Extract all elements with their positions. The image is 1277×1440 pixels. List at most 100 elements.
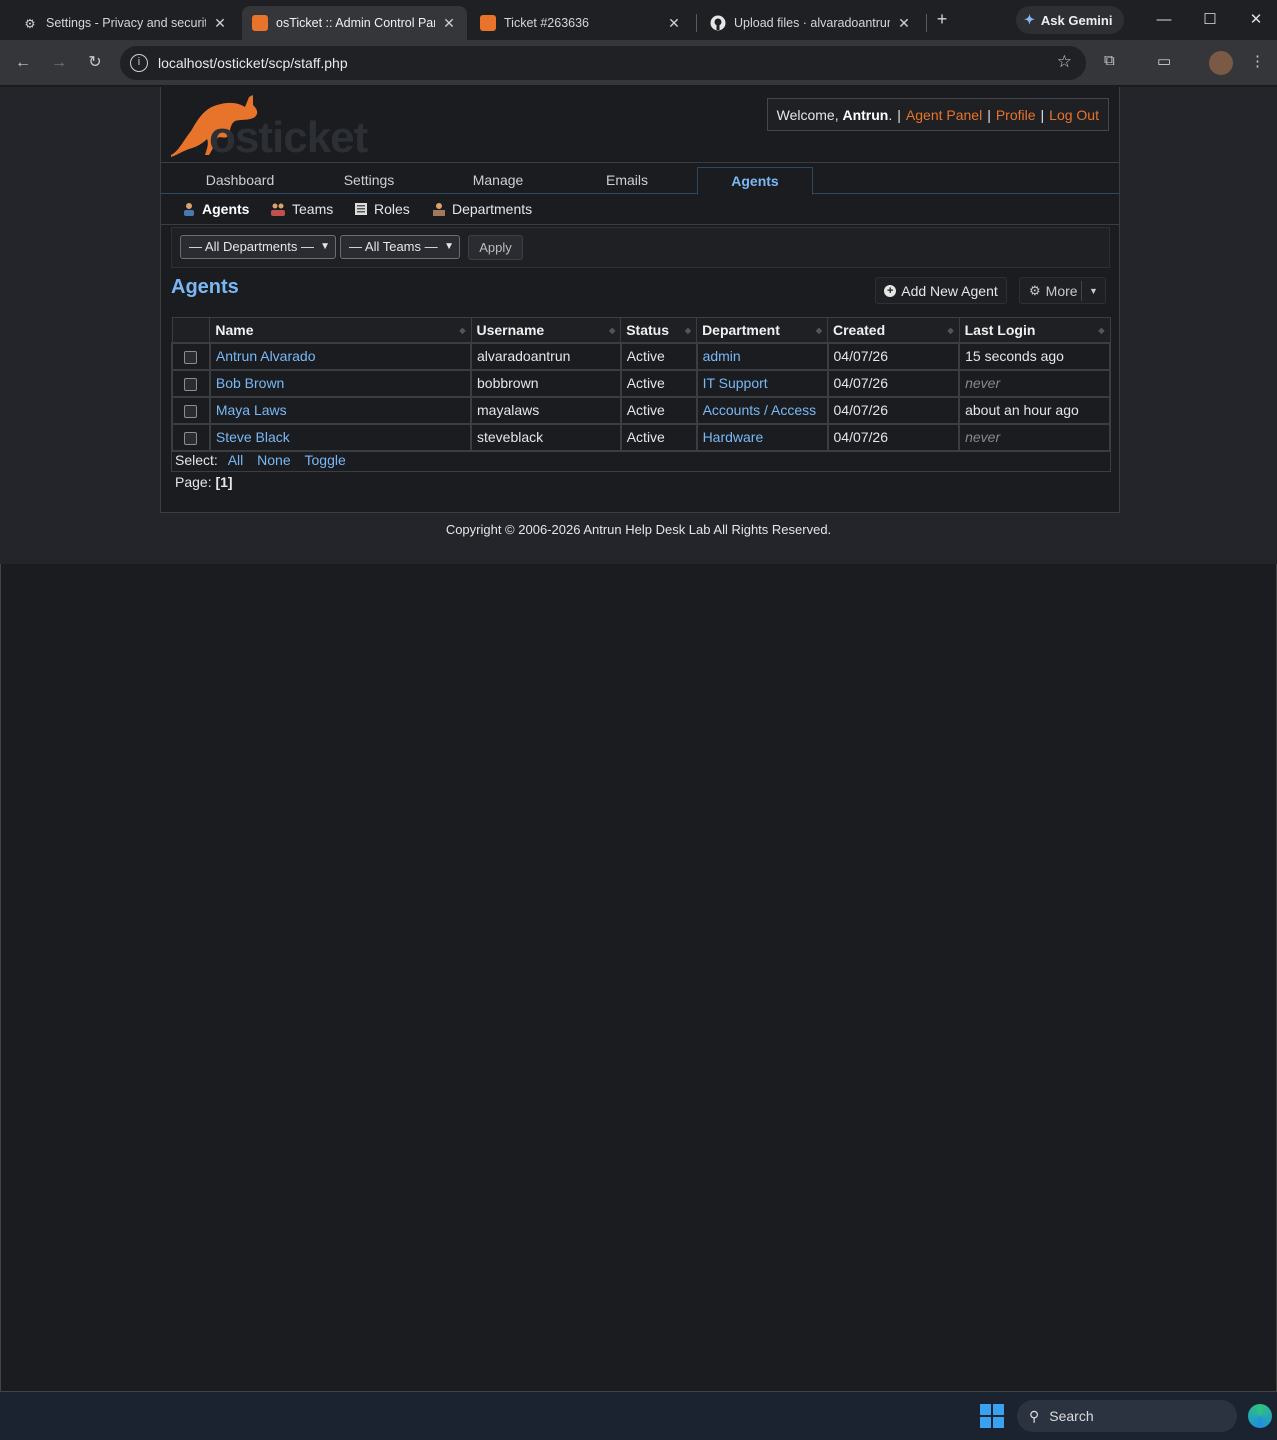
close-icon[interactable]: ✕: [212, 15, 228, 32]
chevron-down-icon[interactable]: ▼: [1081, 281, 1105, 301]
edge-browser-icon[interactable]: [1248, 1404, 1272, 1428]
table-row: Steve Black steveblack Active Hardware 0…: [171, 422, 1111, 452]
site-info-icon[interactable]: i: [130, 54, 148, 72]
back-arrow-icon[interactable]: ←: [11, 51, 35, 75]
empty-content-area: [0, 564, 1277, 1392]
status-cell: Active: [619, 368, 698, 398]
column-label: Username: [476, 321, 545, 338]
table-row: Bob Brown bobbrown Active IT Support 04/…: [171, 368, 1111, 398]
sort-icon: ◆: [815, 326, 822, 335]
agent-name-link[interactable]: Antrun Alvarado: [216, 348, 316, 364]
log-out-link[interactable]: Log Out: [1049, 107, 1099, 123]
sort-icon: ◆: [459, 326, 466, 335]
tab-manage[interactable]: Manage: [440, 167, 556, 194]
select-column-header: [171, 317, 211, 343]
menu-dots-icon[interactable]: ⋮: [1250, 52, 1265, 70]
close-icon[interactable]: ✕: [441, 15, 457, 32]
last-login-cell: 15 seconds ago: [958, 341, 1111, 371]
more-button[interactable]: ⚙ More ▼: [1019, 277, 1106, 304]
column-label: Status: [626, 321, 670, 338]
column-header-last-login[interactable]: Last Login ◆: [958, 317, 1111, 343]
sort-icon: ◆: [684, 326, 692, 335]
username-cell: steveblack: [470, 422, 622, 452]
osticket-container: osticket Welcome, Antrun. | Agent Panel …: [160, 87, 1120, 513]
profile-avatar[interactable]: [1209, 51, 1233, 75]
tab-dashboard[interactable]: Dashboard: [182, 167, 298, 194]
team-filter-select[interactable]: — All Teams — ▼: [340, 235, 460, 259]
add-new-agent-button[interactable]: + Add New Agent: [875, 277, 1007, 304]
subnav-teams[interactable]: Teams: [270, 201, 333, 217]
profile-link[interactable]: Profile: [996, 107, 1036, 123]
agent-name-link[interactable]: Maya Laws: [216, 402, 287, 418]
status-cell: Active: [619, 395, 698, 425]
column-header-username[interactable]: Username ◆: [470, 317, 622, 343]
bookmark-star-icon[interactable]: ☆: [1057, 52, 1072, 72]
tab-separator: [926, 14, 927, 32]
apply-button[interactable]: Apply: [468, 235, 523, 260]
column-header-created[interactable]: Created ◆: [827, 317, 960, 343]
reload-icon[interactable]: ↻: [83, 51, 107, 75]
tab-settings[interactable]: Settings: [311, 167, 427, 194]
main-nav: Dashboard Settings Manage Emails Agents: [161, 163, 1119, 195]
tab-search-icon[interactable]: ▭: [1157, 52, 1171, 70]
user-name: Antrun: [842, 106, 889, 123]
tab-agents[interactable]: Agents: [697, 167, 813, 195]
department-filter-select[interactable]: — All Departments — ▼: [180, 235, 336, 259]
close-icon[interactable]: ✕: [896, 15, 912, 32]
maximize-button[interactable]: ☐: [1198, 8, 1222, 32]
gemini-icon: ✦: [1024, 12, 1035, 27]
department-link[interactable]: Hardware: [703, 429, 764, 445]
column-label: Created: [833, 321, 886, 338]
address-bar[interactable]: i localhost/osticket/scp/staff.php ☆: [120, 46, 1086, 80]
tab-title: Settings - Privacy and security: [46, 16, 206, 30]
subnav-departments[interactable]: Departments: [432, 201, 532, 217]
close-window-button[interactable]: ✕: [1244, 8, 1268, 32]
department-link[interactable]: admin: [703, 348, 741, 364]
osticket-logo[interactable]: osticket: [169, 91, 369, 162]
subnav-agents[interactable]: Agents: [182, 201, 249, 217]
taskbar-search[interactable]: ⚲ Search: [1017, 1400, 1237, 1432]
select-toggle-link[interactable]: Toggle: [305, 452, 346, 468]
search-label: Search: [1049, 1408, 1094, 1424]
tab-settings[interactable]: ⚙ Settings - Privacy and security ✕: [12, 6, 238, 40]
ask-gemini-button[interactable]: ✦ Ask Gemini: [1016, 6, 1124, 34]
agent-name-link[interactable]: Steve Black: [216, 429, 290, 445]
row-checkbox[interactable]: [184, 350, 198, 364]
table-row: Antrun Alvarado alvaradoantrun Active ad…: [171, 341, 1111, 371]
subnav-label: Roles: [374, 201, 410, 217]
column-header-name[interactable]: Name ◆: [209, 317, 472, 343]
row-select-cell: [171, 422, 211, 452]
minimize-button[interactable]: —: [1152, 8, 1176, 32]
department-link[interactable]: Accounts / Access: [703, 402, 817, 418]
tab-emails[interactable]: Emails: [569, 167, 685, 194]
row-checkbox[interactable]: [184, 377, 198, 391]
agent-name-link[interactable]: Bob Brown: [216, 375, 284, 391]
page-title[interactable]: Agents: [171, 276, 239, 299]
forward-arrow-icon[interactable]: →: [47, 51, 71, 75]
tab-github-upload[interactable]: Upload files · alvaradoantrun/ ✕: [700, 6, 922, 40]
select-all-link[interactable]: All: [228, 452, 244, 468]
sort-icon: ◆: [947, 326, 954, 335]
agent-panel-link[interactable]: Agent Panel: [906, 107, 982, 123]
divider: |: [897, 106, 901, 123]
url-text: localhost/osticket/scp/staff.php: [158, 55, 348, 71]
plus-icon: +: [884, 284, 897, 297]
tab-osticket-admin[interactable]: osTicket :: Admin Control Panel ✕: [242, 6, 467, 40]
department-link[interactable]: IT Support: [703, 375, 768, 391]
close-icon[interactable]: ✕: [666, 15, 682, 32]
new-tab-button[interactable]: +: [932, 9, 952, 31]
select-none-link[interactable]: None: [257, 452, 290, 468]
last-login-cell: never: [958, 422, 1111, 452]
tab-ticket[interactable]: Ticket #263636 ✕: [470, 6, 692, 40]
row-checkbox[interactable]: [184, 431, 198, 445]
divider: |: [1040, 106, 1045, 123]
windows-start-icon[interactable]: [980, 1404, 1004, 1428]
column-header-status[interactable]: Status ◆: [620, 317, 698, 343]
row-checkbox[interactable]: [184, 404, 198, 418]
gear-icon: ⚙: [24, 16, 36, 31]
gemini-label: Ask Gemini: [1040, 12, 1113, 28]
extensions-icon[interactable]: ⧉: [1104, 52, 1115, 69]
column-header-department[interactable]: Department ◆: [696, 317, 828, 343]
subnav-roles[interactable]: Roles: [354, 201, 410, 217]
page-label: Page:: [175, 474, 212, 490]
